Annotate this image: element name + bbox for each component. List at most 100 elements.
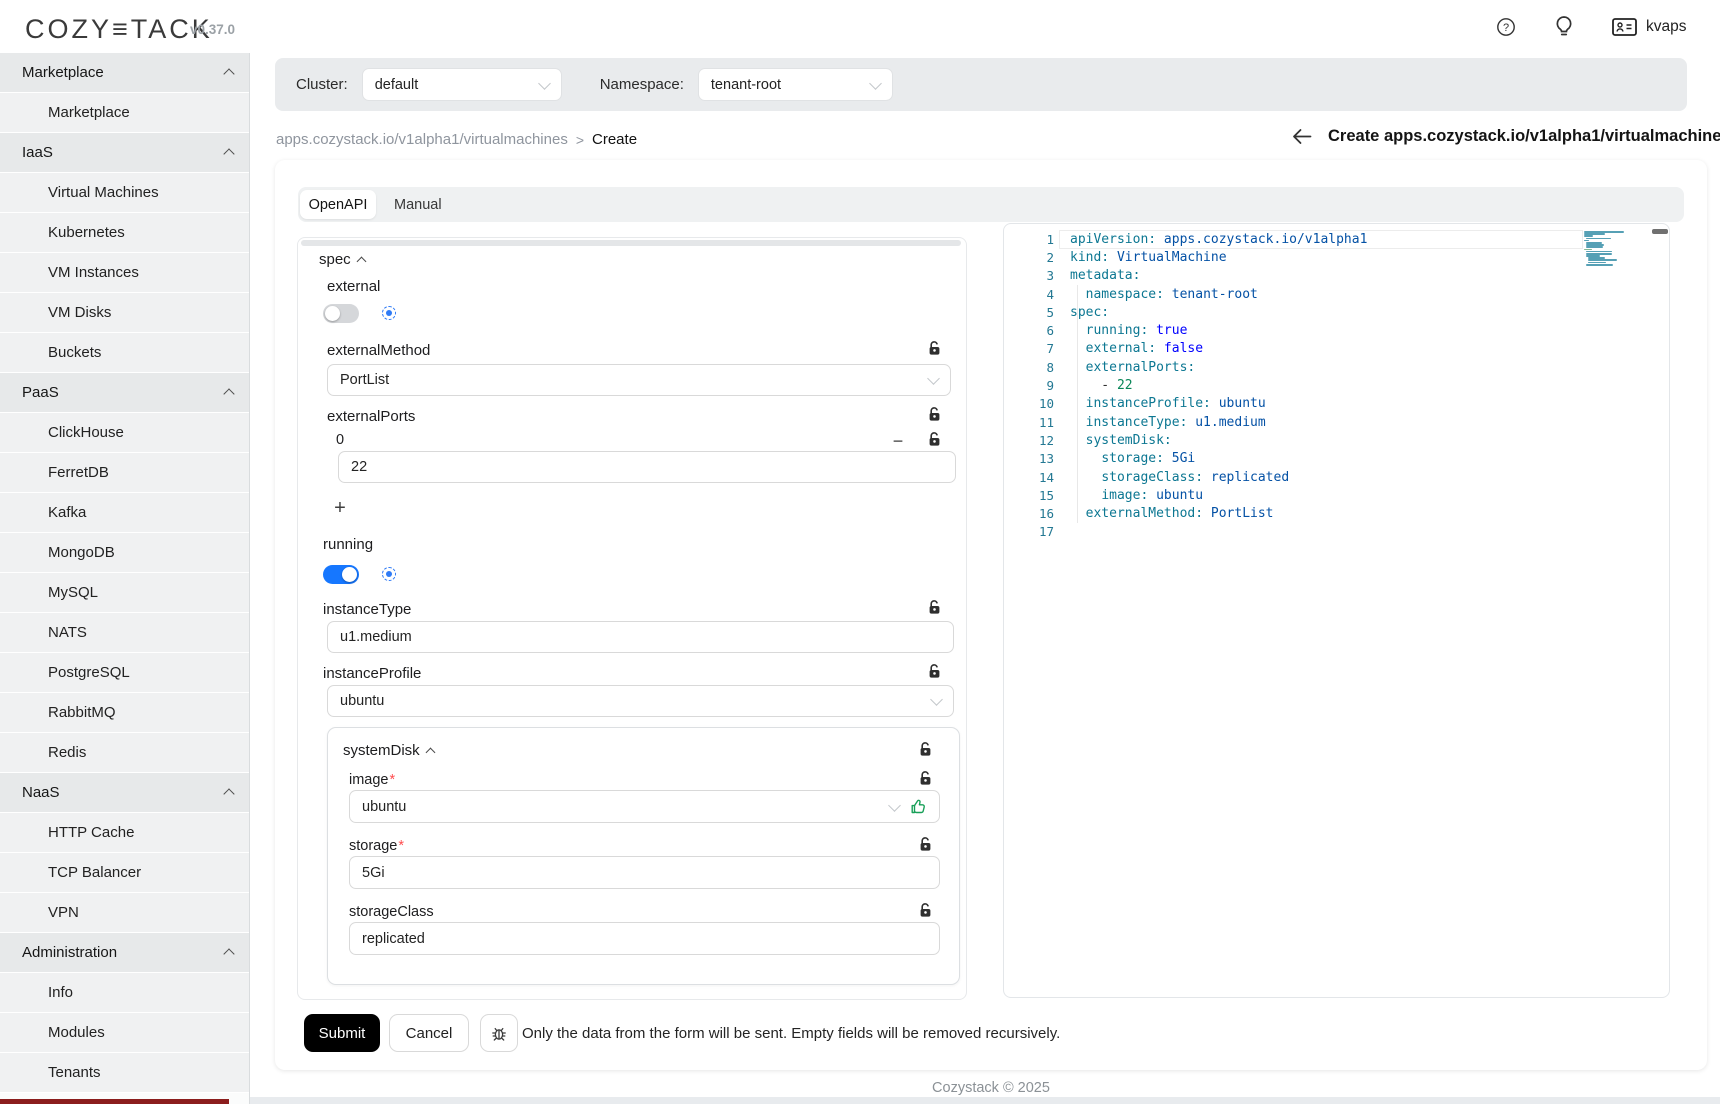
running-toggle[interactable] xyxy=(323,565,359,584)
sidebar-item-virtual-machines[interactable]: Virtual Machines xyxy=(0,173,249,213)
form-scrollbar[interactable] xyxy=(301,240,961,246)
dashed-target-icon[interactable] xyxy=(382,567,396,581)
code-line[interactable]: 8 externalPorts: xyxy=(1004,358,1582,376)
code-line[interactable]: 11 instanceType: u1.medium xyxy=(1004,413,1582,431)
code-line[interactable]: 7 external: false xyxy=(1004,340,1582,358)
breadcrumb-path[interactable]: apps.cozystack.io/v1alpha1/virtualmachin… xyxy=(276,131,568,148)
code-line[interactable]: 2kind: VirtualMachine xyxy=(1004,248,1582,266)
add-port-button[interactable]: + xyxy=(328,496,352,520)
code-line[interactable]: 14 storageClass: replicated xyxy=(1004,468,1582,486)
sidebar-item-nats[interactable]: NATS xyxy=(0,613,249,653)
form-submit-note: Only the data from the form will be sent… xyxy=(522,1014,1060,1052)
sidebar-item-mongodb[interactable]: MongoDB xyxy=(0,533,249,573)
sidebar-item-ferretdb[interactable]: FerretDB xyxy=(0,453,249,493)
sidebar-item-http-cache[interactable]: HTTP Cache xyxy=(0,813,249,853)
sidebar-section-marketplace[interactable]: Marketplace xyxy=(0,53,249,93)
storage-label-text: storage xyxy=(349,838,397,854)
sidebar-section-paas[interactable]: PaaS xyxy=(0,373,249,413)
code-line[interactable]: 15 image: ubuntu xyxy=(1004,486,1582,504)
sidebar-item-kafka[interactable]: Kafka xyxy=(0,493,249,533)
port-input[interactable] xyxy=(338,451,956,483)
code-line[interactable]: 3metadata: xyxy=(1004,267,1582,285)
code-line[interactable]: 6 running: true xyxy=(1004,321,1582,339)
user-menu[interactable]: kvaps xyxy=(1612,18,1687,36)
chevron-up-icon xyxy=(223,68,234,79)
yaml-editor[interactable]: 1apiVersion: apps.cozystack.io/v1alpha12… xyxy=(1003,223,1670,998)
svg-text:?: ? xyxy=(1503,22,1509,34)
code-line[interactable]: 16 externalMethod: PortList xyxy=(1004,504,1582,522)
editor-scrollbar-thumb[interactable] xyxy=(1652,229,1668,234)
sidebar-item-rabbitmq[interactable]: RabbitMQ xyxy=(0,693,249,733)
help-button[interactable]: ? xyxy=(1495,16,1517,43)
sidebar-item-redis[interactable]: Redis xyxy=(0,733,249,773)
tab-openapi[interactable]: OpenAPI xyxy=(300,190,376,219)
instanceProfile-lock-icon[interactable] xyxy=(927,663,942,684)
bottom-edge-strip xyxy=(250,1097,1720,1104)
code-line[interactable]: 9 - 22 xyxy=(1004,376,1582,394)
breadcrumb: apps.cozystack.io/v1alpha1/virtualmachin… xyxy=(276,131,637,148)
code-line[interactable]: 10 instanceProfile: ubuntu xyxy=(1004,395,1582,413)
storage-lock-icon[interactable] xyxy=(918,836,933,857)
externalMethod-select[interactable]: PortList xyxy=(327,364,951,396)
cancel-button[interactable]: Cancel xyxy=(389,1014,469,1052)
port-item-lock-icon[interactable] xyxy=(927,431,942,452)
externalPorts-lock-icon[interactable] xyxy=(927,406,942,427)
sidebar-section-iaas[interactable]: IaaS xyxy=(0,133,249,173)
code-line[interactable]: 4 namespace: tenant-root xyxy=(1004,285,1582,303)
sidebar-item-marketplace[interactable]: Marketplace xyxy=(0,93,249,133)
chevron-up-icon xyxy=(223,788,234,799)
bug-icon xyxy=(490,1024,508,1042)
sidebar-item-info[interactable]: Info xyxy=(0,973,249,1013)
image-lock-icon[interactable] xyxy=(918,770,933,791)
storageClass-lock-icon[interactable] xyxy=(918,902,933,923)
username: kvaps xyxy=(1646,18,1687,36)
instanceType-input[interactable] xyxy=(327,621,954,653)
sidebar-item-tcp-balancer[interactable]: TCP Balancer xyxy=(0,853,249,893)
cluster-value: default xyxy=(375,77,419,93)
systemDisk-section-header[interactable]: systemDisk xyxy=(343,742,434,759)
debug-button[interactable] xyxy=(480,1014,518,1052)
running-label: running xyxy=(323,536,373,553)
spec-label: spec xyxy=(319,251,351,268)
sidebar-section-administration[interactable]: Administration xyxy=(0,933,249,973)
cluster-select[interactable]: default xyxy=(362,68,562,101)
code-line[interactable]: 13 storage: 5Gi xyxy=(1004,450,1582,468)
back-button[interactable] xyxy=(1292,128,1312,145)
sidebar-item-clickhouse[interactable]: ClickHouse xyxy=(0,413,249,453)
spec-section-header[interactable]: spec xyxy=(319,251,365,268)
image-select[interactable]: ubuntu xyxy=(349,790,940,823)
image-label-text: image xyxy=(349,772,389,788)
sidebar-item-postgresql[interactable]: PostgreSQL xyxy=(0,653,249,693)
sidebar-item-modules[interactable]: Modules xyxy=(0,1013,249,1053)
editor-minimap[interactable] xyxy=(1584,231,1656,268)
storage-input[interactable] xyxy=(349,856,940,889)
instanceType-lock-icon[interactable] xyxy=(927,599,942,620)
sidebar-item-buckets[interactable]: Buckets xyxy=(0,333,249,373)
code-text: namespace: tenant-root xyxy=(1070,287,1258,302)
remove-port-button[interactable]: − xyxy=(886,429,910,453)
code-line[interactable]: 5spec: xyxy=(1004,303,1582,321)
sidebar-item-vm-disks[interactable]: VM Disks xyxy=(0,293,249,333)
sidebar-item-kubernetes[interactable]: Kubernetes xyxy=(0,213,249,253)
external-toggle[interactable] xyxy=(323,304,359,323)
submit-button[interactable]: Submit xyxy=(304,1014,380,1052)
code-line[interactable]: 17 xyxy=(1004,523,1582,541)
sidebar-item-vm-instances[interactable]: VM Instances xyxy=(0,253,249,293)
sidebar-bottom-scrollbar[interactable] xyxy=(0,1099,229,1104)
theme-toggle-button[interactable] xyxy=(1553,15,1575,44)
thumbs-up-icon[interactable] xyxy=(910,798,927,815)
externalMethod-lock-icon[interactable] xyxy=(927,340,942,361)
tab-manual[interactable]: Manual xyxy=(386,187,450,222)
namespace-select[interactable]: tenant-root xyxy=(698,68,893,101)
code-line[interactable]: 12 systemDisk: xyxy=(1004,431,1582,449)
code-text: externalMethod: PortList xyxy=(1070,506,1274,521)
sidebar-item-tenants[interactable]: Tenants xyxy=(0,1053,249,1093)
storageClass-input[interactable] xyxy=(349,922,940,955)
sidebar-item-vpn[interactable]: VPN xyxy=(0,893,249,933)
sidebar-section-naas[interactable]: NaaS xyxy=(0,773,249,813)
systemDisk-lock-icon[interactable] xyxy=(918,741,933,762)
sidebar-item-mysql[interactable]: MySQL xyxy=(0,573,249,613)
code-line[interactable]: 1apiVersion: apps.cozystack.io/v1alpha1 xyxy=(1004,230,1582,248)
dashed-target-icon[interactable] xyxy=(382,306,396,320)
instanceProfile-select[interactable]: ubuntu xyxy=(327,685,954,717)
